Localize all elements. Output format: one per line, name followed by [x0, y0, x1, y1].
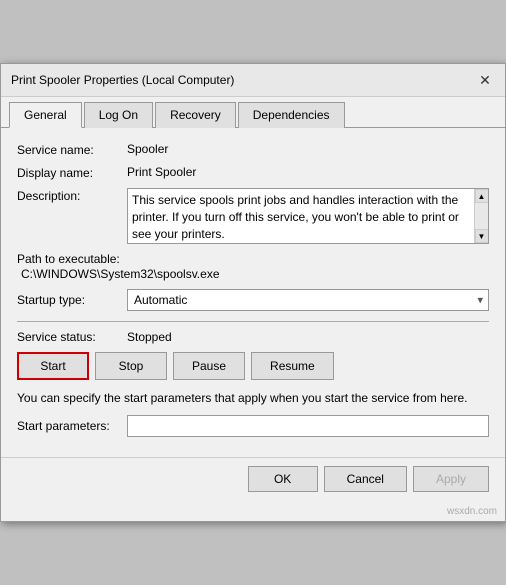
description-label: Description: — [17, 188, 127, 203]
service-name-value: Spooler — [127, 142, 489, 156]
close-button[interactable]: ✕ — [475, 70, 495, 90]
display-name-row: Display name: Print Spooler — [17, 165, 489, 180]
service-name-row: Service name: Spooler — [17, 142, 489, 157]
apply-button[interactable]: Apply — [413, 466, 489, 492]
start-params-label: Start parameters: — [17, 419, 127, 433]
description-box: This service spools print jobs and handl… — [127, 188, 489, 244]
tab-recovery[interactable]: Recovery — [155, 102, 236, 128]
display-name-label: Display name: — [17, 165, 127, 180]
scroll-down-icon[interactable]: ▼ — [475, 229, 489, 243]
title-bar: Print Spooler Properties (Local Computer… — [1, 64, 505, 97]
start-button[interactable]: Start — [17, 352, 89, 380]
description-scrollbar: ▲ ▼ — [474, 189, 488, 243]
tab-dependencies[interactable]: Dependencies — [238, 102, 345, 128]
path-row: Path to executable: C:\WINDOWS\System32\… — [17, 252, 489, 281]
service-status-row: Service status: Stopped — [17, 330, 489, 344]
window-title: Print Spooler Properties (Local Computer… — [11, 73, 234, 87]
divider — [17, 321, 489, 322]
content-area: Service name: Spooler Display name: Prin… — [1, 128, 505, 457]
resume-button[interactable]: Resume — [251, 352, 334, 380]
startup-type-select-wrap: Automatic Automatic (Delayed Start) Manu… — [127, 289, 489, 311]
service-name-label: Service name: — [17, 142, 127, 157]
display-name-value: Print Spooler — [127, 165, 489, 179]
path-label: Path to executable: — [17, 252, 489, 266]
tab-general[interactable]: General — [9, 102, 82, 128]
watermark: wsxdn.com — [1, 504, 505, 521]
startup-type-select[interactable]: Automatic Automatic (Delayed Start) Manu… — [127, 289, 489, 311]
cancel-button[interactable]: Cancel — [324, 466, 407, 492]
description-row: Description: This service spools print j… — [17, 188, 489, 244]
start-params-input[interactable] — [127, 415, 489, 437]
pause-button[interactable]: Pause — [173, 352, 245, 380]
tab-bar: General Log On Recovery Dependencies — [1, 97, 505, 128]
tab-logon[interactable]: Log On — [84, 102, 153, 128]
ok-button[interactable]: OK — [248, 466, 318, 492]
service-status-value: Stopped — [127, 330, 172, 344]
startup-type-label: Startup type: — [17, 293, 127, 307]
action-button-row: Start Stop Pause Resume — [17, 352, 489, 380]
path-value: C:\WINDOWS\System32\spoolsv.exe — [17, 267, 489, 281]
start-params-row: Start parameters: — [17, 415, 489, 437]
description-text: This service spools print jobs and handl… — [132, 192, 484, 242]
startup-type-row: Startup type: Automatic Automatic (Delay… — [17, 289, 489, 311]
service-status-label: Service status: — [17, 330, 127, 344]
dialog-window: Print Spooler Properties (Local Computer… — [0, 63, 506, 522]
scroll-up-icon[interactable]: ▲ — [475, 189, 489, 203]
bottom-bar: OK Cancel Apply — [1, 457, 505, 504]
hint-text: You can specify the start parameters tha… — [17, 390, 489, 407]
stop-button[interactable]: Stop — [95, 352, 167, 380]
